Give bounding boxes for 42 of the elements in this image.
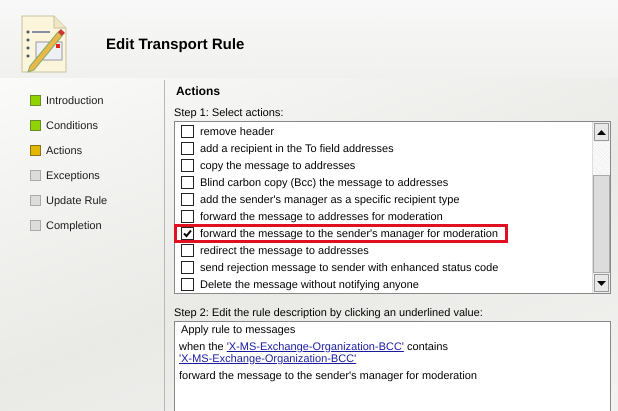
scroll-down-button[interactable]	[594, 274, 609, 292]
checkbox[interactable]	[181, 176, 194, 189]
checkbox[interactable]	[181, 193, 194, 206]
wizard-step[interactable]: Conditions	[46, 120, 98, 132]
value-link[interactable]: 'X-MS-Exchange-Organization-BCC'	[226, 341, 404, 353]
action-label[interactable]: add a recipient in the To field addresses	[200, 142, 394, 154]
up-arrow-icon	[597, 130, 606, 134]
window-title: Edit Transport Rule	[106, 36, 244, 52]
action-label[interactable]: redirect the message to addresses	[200, 244, 369, 256]
wizard-step[interactable]: Actions	[46, 144, 82, 156]
checkbox[interactable]	[181, 142, 194, 155]
action-label[interactable]: copy the message to addresses	[200, 160, 356, 172]
checkbox[interactable]	[181, 278, 194, 291]
action-label[interactable]: forward the message to addresses for moderation	[200, 210, 443, 222]
scroll-thumb[interactable]	[593, 175, 610, 273]
description-line: Apply rule to messages	[181, 324, 296, 336]
step-label: Step 1: Select actions:	[174, 107, 284, 119]
step-label: Step 2: Edit the rule description by clicking an underlined value:	[174, 307, 484, 319]
checkbox[interactable]	[181, 210, 194, 223]
action-label[interactable]: add the sender's manager as a specific recipient type	[200, 194, 460, 206]
action-label[interactable]: Blind carbon copy (Bcc) the message to addresses	[200, 176, 448, 188]
action-label[interactable]: send rejection message to sender with enhanced status code	[200, 262, 498, 274]
scroll-up-button[interactable]	[594, 123, 609, 141]
action-label[interactable]: forward the message to the sender's manager for moderation	[200, 228, 498, 240]
checkbox[interactable]	[181, 227, 194, 240]
wizard-step[interactable]: Introduction	[46, 94, 104, 106]
action-label[interactable]: Delete the message without notifying anyone	[200, 278, 419, 290]
wizard-step[interactable]: Completion	[46, 220, 102, 232]
down-arrow-icon	[597, 280, 606, 286]
checkbox[interactable]	[181, 125, 194, 138]
description-line: when the 'X-MS-Exchange-Organization-BCC' contains 'X-MS-Exchange-Organization-BCC'	[179, 341, 449, 365]
value-link[interactable]: 'X-MS-Exchange-Organization-BCC'	[179, 353, 356, 365]
action-label[interactable]: remove header	[200, 126, 274, 138]
section-title: Actions	[176, 84, 222, 98]
scrollbar[interactable]	[592, 122, 610, 293]
description-line: forward the message to the sender's manager for moderation	[179, 370, 478, 382]
checkbox[interactable]	[181, 244, 194, 257]
checkbox[interactable]	[181, 159, 194, 172]
wizard-step[interactable]: Exceptions	[46, 170, 100, 182]
wizard-step[interactable]: Update Rule	[46, 194, 108, 206]
actions-list[interactable]	[174, 121, 611, 294]
checkbox[interactable]	[181, 261, 194, 274]
